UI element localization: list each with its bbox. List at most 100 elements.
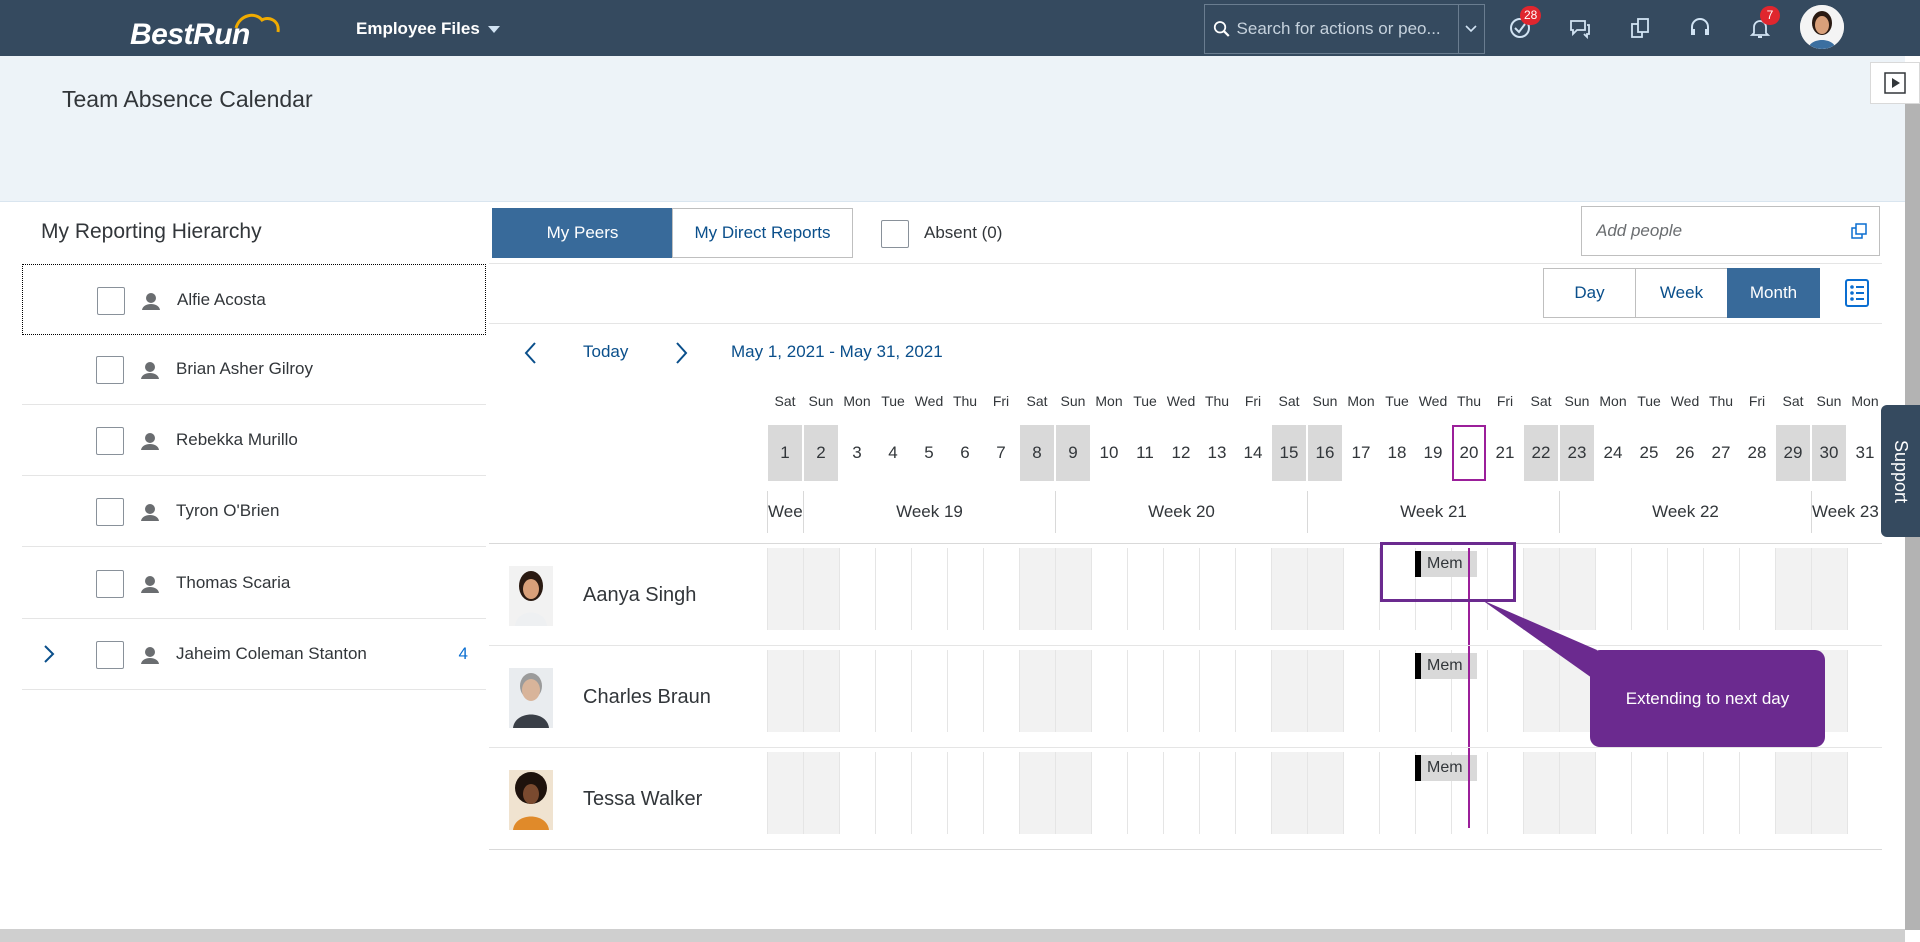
person-name[interactable]: Tessa Walker — [583, 788, 702, 811]
day-number[interactable]: 1 — [768, 425, 802, 481]
weekday-label: Wed — [914, 393, 944, 409]
day-number[interactable]: 13 — [1200, 425, 1234, 481]
pages-button[interactable] — [1626, 14, 1654, 42]
day-number[interactable]: 4 — [876, 425, 910, 481]
hierarchy-item-checkbox[interactable] — [96, 498, 124, 526]
hierarchy-item[interactable]: Rebekka Murillo — [22, 405, 486, 476]
weekday-label: Tue — [1133, 393, 1157, 409]
tab-my-peers[interactable]: My Peers — [492, 208, 673, 258]
person-photo — [509, 566, 553, 626]
hierarchy-item-checkbox[interactable] — [96, 641, 124, 669]
day-number[interactable]: 19 — [1416, 425, 1450, 481]
search-field[interactable] — [1204, 4, 1485, 54]
day-number[interactable]: 12 — [1164, 425, 1198, 481]
day-number[interactable]: 17 — [1344, 425, 1378, 481]
day-number[interactable]: 28 — [1740, 425, 1774, 481]
view-month-button[interactable]: Month — [1727, 268, 1820, 318]
hierarchy-item-checkbox[interactable] — [96, 570, 124, 598]
hierarchy-item-checkbox[interactable] — [96, 356, 124, 384]
legend-icon[interactable] — [1842, 278, 1872, 308]
weekday-label: Mon — [1095, 393, 1123, 409]
portrait-icon — [509, 566, 553, 626]
hierarchy-item[interactable]: Brian Asher Gilroy — [22, 334, 486, 405]
weekday-label: Mon — [1599, 393, 1627, 409]
feedback-button[interactable] — [1566, 14, 1594, 42]
day-number[interactable]: 6 — [948, 425, 982, 481]
day-number[interactable]: 7 — [984, 425, 1018, 481]
day-number[interactable]: 16 — [1308, 425, 1342, 481]
weekday-label: Sat — [1278, 393, 1300, 409]
person-icon — [141, 362, 159, 379]
day-number[interactable]: 30 — [1812, 425, 1846, 481]
person-row[interactable]: Aanya Singh — [489, 544, 1882, 645]
day-number[interactable]: 9 — [1056, 425, 1090, 481]
view-day-button[interactable]: Day — [1543, 268, 1636, 318]
weekday-label: Fri — [992, 393, 1010, 409]
day-number[interactable]: 3 — [840, 425, 874, 481]
hierarchy-item-name: Rebekka Murillo — [176, 430, 298, 449]
day-number[interactable]: 15 — [1272, 425, 1306, 481]
day-number[interactable]: 24 — [1596, 425, 1630, 481]
add-people-field[interactable] — [1581, 206, 1880, 256]
app-title-menu[interactable]: Employee Files — [356, 19, 500, 39]
day-number[interactable]: 25 — [1632, 425, 1666, 481]
day-number[interactable]: 14 — [1236, 425, 1270, 481]
weekday-label: Thu — [1456, 393, 1482, 409]
day-number[interactable]: 11 — [1128, 425, 1162, 481]
add-people-input[interactable] — [1582, 207, 1839, 255]
day-number[interactable]: 10 — [1092, 425, 1126, 481]
day-number[interactable]: 2 — [804, 425, 838, 481]
person-name[interactable]: Aanya Singh — [583, 584, 696, 607]
hierarchy-item[interactable]: Thomas Scaria — [22, 548, 486, 619]
value-help-button[interactable] — [1839, 223, 1879, 239]
weekday-label: Sun — [1312, 393, 1338, 409]
weekday-label: Tue — [881, 393, 905, 409]
day-number[interactable]: 31 — [1848, 425, 1882, 481]
day-number[interactable]: 29 — [1776, 425, 1810, 481]
hierarchy-item-checkbox[interactable] — [97, 287, 125, 315]
day-number[interactable]: 23 — [1560, 425, 1594, 481]
search-scope-dropdown[interactable] — [1457, 5, 1484, 53]
support-tab[interactable]: Support — [1881, 405, 1920, 537]
week-label: Week 23 — [1811, 491, 1883, 533]
todo-badge: 28 — [1520, 6, 1542, 25]
day-number[interactable]: 22 — [1524, 425, 1558, 481]
side-panel-toggle[interactable] — [1870, 62, 1920, 104]
day-number[interactable]: 26 — [1668, 425, 1702, 481]
notifications-button[interactable]: 7 — [1746, 6, 1780, 42]
search-input[interactable] — [1230, 5, 1458, 53]
day-number[interactable]: 18 — [1380, 425, 1414, 481]
day-number[interactable]: 20 — [1452, 425, 1486, 481]
weekday-label: Wed — [1166, 393, 1196, 409]
hierarchy-item-checkbox[interactable] — [96, 427, 124, 455]
user-avatar[interactable] — [1800, 5, 1844, 49]
weekday-label: Sun — [1060, 393, 1086, 409]
person-row[interactable]: Tessa Walker — [489, 748, 1882, 849]
hierarchy-item[interactable]: Tyron O'Brien — [22, 476, 486, 547]
chevron-right-icon[interactable] — [673, 340, 689, 366]
hierarchy-item[interactable]: Jaheim Coleman Stanton 4 — [22, 619, 486, 690]
pages-icon — [1631, 18, 1649, 38]
week-label: Week 19 — [803, 491, 1055, 533]
day-number[interactable]: 27 — [1704, 425, 1738, 481]
view-week-button[interactable]: Week — [1635, 268, 1728, 318]
play-icon — [1884, 72, 1906, 94]
hierarchy-item[interactable]: Alfie Acosta — [22, 264, 486, 335]
day-number[interactable]: 21 — [1488, 425, 1522, 481]
person-name[interactable]: Charles Braun — [583, 686, 711, 709]
help-button[interactable] — [1686, 14, 1714, 42]
person-icon — [141, 647, 159, 664]
person-icon — [142, 293, 160, 310]
weekday-label: Wed — [1670, 393, 1700, 409]
day-number[interactable]: 5 — [912, 425, 946, 481]
absent-checkbox[interactable] — [881, 220, 909, 248]
week-label: Wee — [767, 491, 803, 533]
horizontal-scrollbar[interactable] — [0, 929, 1905, 942]
chevron-right-icon[interactable] — [42, 643, 56, 665]
tab-my-direct-reports[interactable]: My Direct Reports — [672, 208, 853, 258]
hierarchy-item-name: Jaheim Coleman Stanton — [176, 644, 367, 663]
today-button[interactable]: Today — [583, 342, 628, 362]
chevron-left-icon[interactable] — [523, 340, 539, 366]
day-number[interactable]: 8 — [1020, 425, 1054, 481]
todo-button[interactable]: 28 — [1506, 6, 1542, 42]
